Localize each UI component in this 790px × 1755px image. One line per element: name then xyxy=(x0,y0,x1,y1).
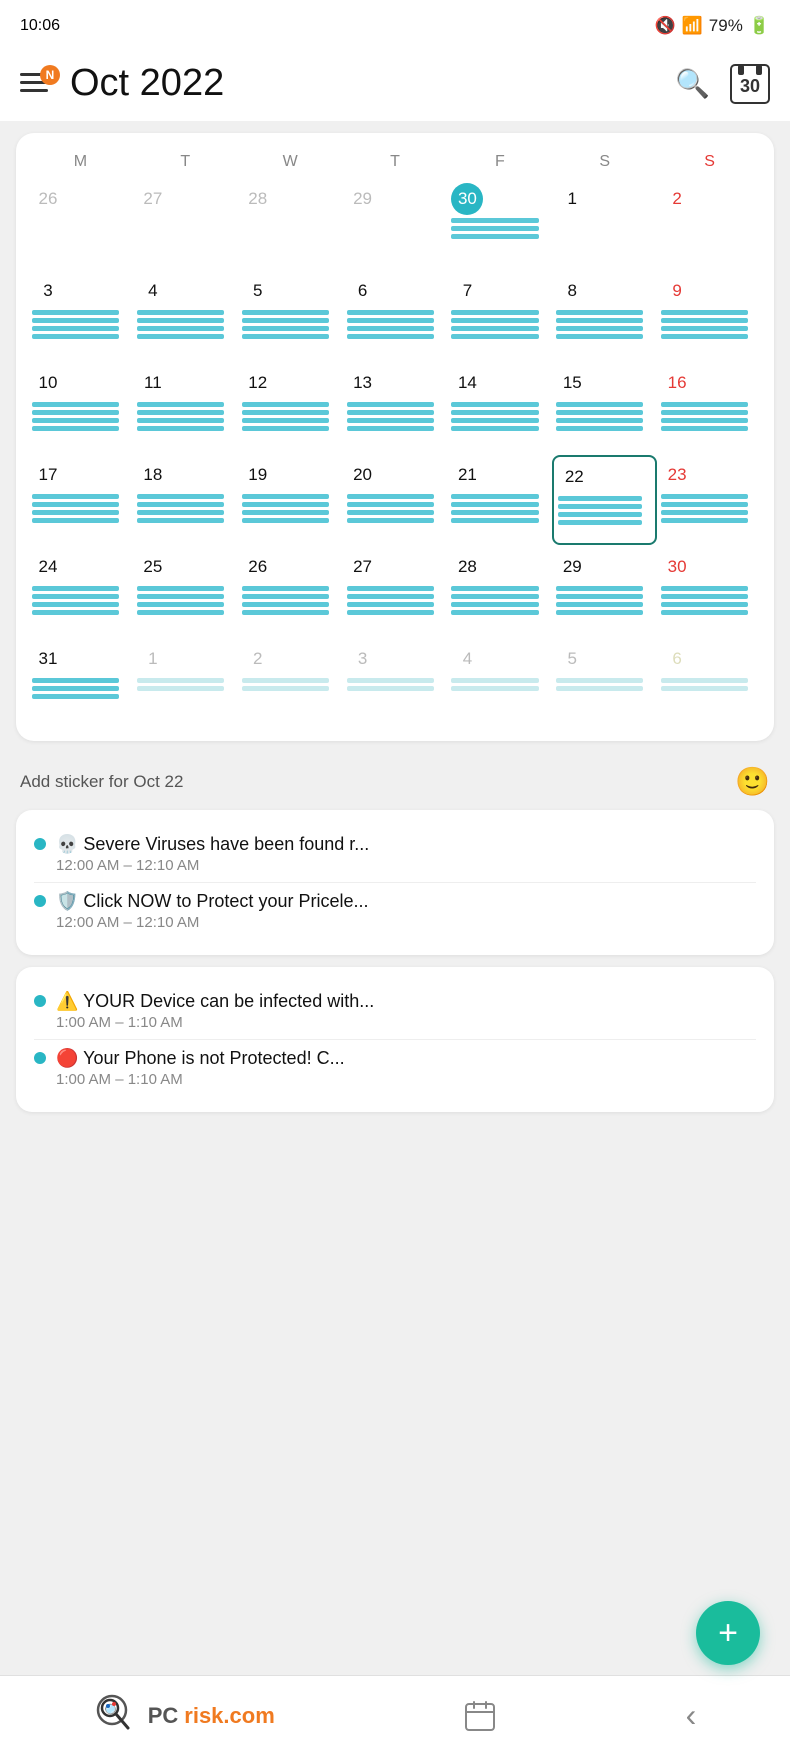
day-thu: T xyxy=(343,149,448,175)
cal-cell-sep30[interactable]: 30 xyxy=(447,179,552,269)
event-card-midnight: 💀 Severe Viruses have been found r... 12… xyxy=(16,810,774,955)
calendar-today-icon[interactable]: 30 xyxy=(730,64,770,104)
cal-cell-sep29[interactable]: 29 xyxy=(343,179,448,269)
cal-cell-oct8[interactable]: 8 xyxy=(552,271,657,361)
event-time-1: 12:00 AM – 12:10 AM xyxy=(56,857,369,874)
event-lines-sep30 xyxy=(451,218,548,239)
cal-cell-nov3[interactable]: 3 xyxy=(343,639,448,729)
cal-cell-oct15[interactable]: 15 xyxy=(552,363,657,453)
pcrisk-magnifier-icon: 🔍 xyxy=(94,1692,142,1740)
cal-cell-oct29[interactable]: 29 xyxy=(552,547,657,637)
header-icons: 🔍 30 xyxy=(675,64,770,104)
cal-cell-oct20[interactable]: 20 xyxy=(343,455,448,545)
cal-cell-oct1[interactable]: 1 xyxy=(552,179,657,269)
cal-cell-oct23[interactable]: 23 xyxy=(657,455,762,545)
cal-cell-oct4[interactable]: 4 xyxy=(133,271,238,361)
status-time: 10:06 xyxy=(20,17,60,35)
battery-text: 79% xyxy=(709,16,743,36)
day-wed: W xyxy=(238,149,343,175)
cal-cell-oct17[interactable]: 17 xyxy=(28,455,133,545)
event-title-1: 💀 Severe Viruses have been found r... xyxy=(56,834,369,855)
cal-cell-oct13[interactable]: 13 xyxy=(343,363,448,453)
cal-cell-oct24[interactable]: 24 xyxy=(28,547,133,637)
cal-cell-nov1[interactable]: 1 xyxy=(133,639,238,729)
cal-cell-oct2[interactable]: 2 xyxy=(657,179,762,269)
day-headers: M T W T F S S xyxy=(28,149,762,175)
cal-cell-oct18[interactable]: 18 xyxy=(133,455,238,545)
cal-cell-oct28[interactable]: 28 xyxy=(447,547,552,637)
cal-cell-oct12[interactable]: 12 xyxy=(238,363,343,453)
sticker-row: Add sticker for Oct 22 🙂 xyxy=(0,753,790,810)
day-sun: S xyxy=(657,149,762,175)
event-item-3[interactable]: ⚠️ YOUR Device can be infected with... 1… xyxy=(34,983,756,1039)
event-dot-1 xyxy=(34,838,46,850)
wifi-icon: 📶 xyxy=(682,16,703,36)
app-header: N Oct 2022 🔍 30 xyxy=(0,52,790,121)
day-tue: T xyxy=(133,149,238,175)
bottom-calendar-icon[interactable] xyxy=(462,1698,498,1734)
cal-cell-nov2[interactable]: 2 xyxy=(238,639,343,729)
status-right: 🔇 📶 79% 🔋 xyxy=(654,16,770,36)
cal-cell-oct31[interactable]: 31 xyxy=(28,639,133,729)
cal-cell-oct21[interactable]: 21 xyxy=(447,455,552,545)
event-dot-2 xyxy=(34,895,46,907)
cal-cell-oct26[interactable]: 26 xyxy=(238,547,343,637)
event-item-1[interactable]: 💀 Severe Viruses have been found r... 12… xyxy=(34,826,756,882)
cal-cell-oct3[interactable]: 3 xyxy=(28,271,133,361)
cal-cell-oct22[interactable]: 22 xyxy=(552,455,657,545)
cal-cell-oct19[interactable]: 19 xyxy=(238,455,343,545)
calendar: M T W T F S S 26 27 28 29 30 1 xyxy=(16,133,774,741)
cal-cell-oct11[interactable]: 11 xyxy=(133,363,238,453)
event-card-1am: ⚠️ YOUR Device can be infected with... 1… xyxy=(16,967,774,1112)
cal-cell-oct30[interactable]: 30 xyxy=(657,547,762,637)
sticker-label: Add sticker for Oct 22 xyxy=(20,772,183,792)
back-button[interactable]: ‹ xyxy=(686,1697,697,1734)
cal-cell-sep27[interactable]: 27 xyxy=(133,179,238,269)
event-dot-4 xyxy=(34,1052,46,1064)
cal-cell-oct7[interactable]: 7 xyxy=(447,271,552,361)
pcrisk-pc: PC xyxy=(148,1703,179,1729)
cal-cell-oct5[interactable]: 5 xyxy=(238,271,343,361)
event-time-3: 1:00 AM – 1:10 AM xyxy=(56,1014,374,1031)
day-fri: F xyxy=(447,149,552,175)
mute-icon: 🔇 xyxy=(654,16,675,36)
cal-cell-nov5[interactable]: 5 xyxy=(552,639,657,729)
event-title-4: 🔴 Your Phone is not Protected! C... xyxy=(56,1048,345,1069)
sticker-icon[interactable]: 🙂 xyxy=(735,765,770,798)
cal-cell-oct14[interactable]: 14 xyxy=(447,363,552,453)
cal-cell-sep28[interactable]: 28 xyxy=(238,179,343,269)
cal-cell-oct6[interactable]: 6 xyxy=(343,271,448,361)
cal-cell-oct10[interactable]: 10 xyxy=(28,363,133,453)
day-sat: S xyxy=(552,149,657,175)
event-item-2[interactable]: 🛡️ Click NOW to Protect your Pricele... … xyxy=(34,882,756,939)
battery-icon: 🔋 xyxy=(749,16,770,36)
pcrisk-domain: risk.com xyxy=(184,1703,275,1729)
event-time-2: 12:00 AM – 12:10 AM xyxy=(56,914,368,931)
cal-cell-oct25[interactable]: 25 xyxy=(133,547,238,637)
event-time-4: 1:00 AM – 1:10 AM xyxy=(56,1071,345,1088)
add-event-fab[interactable]: + xyxy=(696,1601,760,1665)
cal-cell-oct16[interactable]: 16 xyxy=(657,363,762,453)
hamburger-menu[interactable]: N xyxy=(20,69,56,99)
cal-cell-nov4[interactable]: 4 xyxy=(447,639,552,729)
status-bar: 10:06 🔇 📶 79% 🔋 xyxy=(0,0,790,52)
day-mon: M xyxy=(28,149,133,175)
pcrisk-logo[interactable]: 🔍 PCrisk.com xyxy=(94,1692,275,1740)
calendar-grid: 26 27 28 29 30 1 2 3 xyxy=(28,179,762,729)
search-icon[interactable]: 🔍 xyxy=(675,67,710,100)
bottom-nav: 🔍 PCrisk.com ‹ xyxy=(0,1675,790,1755)
event-dot-3 xyxy=(34,995,46,1007)
cal-cell-oct9[interactable]: 9 xyxy=(657,271,762,361)
event-item-4[interactable]: 🔴 Your Phone is not Protected! C... 1:00… xyxy=(34,1039,756,1096)
cal-cell-nov6[interactable]: 6 xyxy=(657,639,762,729)
event-title-2: 🛡️ Click NOW to Protect your Pricele... xyxy=(56,891,368,912)
event-title-3: ⚠️ YOUR Device can be infected with... xyxy=(56,991,374,1012)
fab-plus-icon: + xyxy=(718,1616,738,1650)
cal-cell-sep26[interactable]: 26 xyxy=(28,179,133,269)
month-year-title: Oct 2022 xyxy=(70,62,661,105)
back-icon: ‹ xyxy=(686,1697,697,1734)
cal-cell-oct27[interactable]: 27 xyxy=(343,547,448,637)
notification-badge: N xyxy=(40,65,60,85)
